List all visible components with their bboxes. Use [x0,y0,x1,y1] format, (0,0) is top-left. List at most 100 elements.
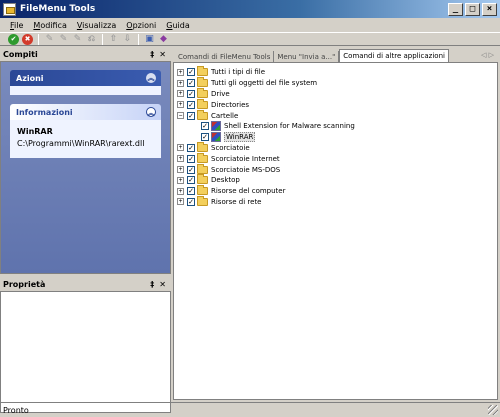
expand-icon[interactable]: + [177,79,184,87]
tree-item-label: WinRAR [224,132,256,143]
checkbox[interactable]: ✓ [187,165,195,174]
tab-filemenu-commands[interactable]: Comandi di FileMenu Tools [175,51,275,62]
app-icon [3,2,16,16]
tree-item-label: Risorse di rete [211,197,262,206]
info-group-header[interactable]: Informazioni ︽ [10,104,161,120]
checkbox[interactable]: ✓ [187,187,195,196]
tree-item-label: Tutti i tipi di file [211,68,266,77]
folder-icon [197,87,208,98]
close-button[interactable]: × [482,2,497,16]
expand-icon[interactable]: + [177,155,184,163]
expand-icon[interactable]: + [177,101,184,109]
folder-icon [197,141,208,152]
menu-modifica[interactable]: Modifica [33,21,66,30]
tab-other-apps-commands[interactable]: Comandi di altre applicazioni [339,49,449,62]
cancel-icon[interactable]: ✖ [22,33,33,45]
close-pane-icon[interactable]: ✕ [159,280,166,289]
tree-item[interactable]: + ✓ Risorse di rete [177,195,497,208]
checkbox[interactable]: ✓ [187,68,195,77]
menu-visualizza[interactable]: Visualizza [77,21,116,30]
tree-item[interactable]: + ✓ Scorciatoie Internet [177,152,497,164]
checkbox[interactable]: ✓ [187,154,195,163]
tree-item-label: Scorciatoie Internet [211,154,280,163]
info-group-title: Informazioni [16,107,73,117]
checkbox[interactable]: ✓ [187,176,195,185]
folder-icon [197,77,208,88]
toolbar: ✔ ✖ ✎ ✎ ✎ ⎌ ⇧ ⇩ ▣ ◆ [0,32,500,46]
apply-icon[interactable]: ✔ [8,33,19,45]
tree-item[interactable]: + ✓ Directories [177,98,497,110]
expand-icon[interactable]: + [177,90,184,98]
checkbox[interactable]: ✓ [187,197,195,206]
move-down-icon[interactable]: ⇩ [122,34,133,45]
tree-item-label: Scorciatoie [211,143,250,152]
collapse-icon[interactable]: ︽ [146,107,156,117]
collapse-icon[interactable]: ︽ [146,73,156,83]
maximize-button[interactable]: □ [465,2,480,16]
collapse-icon[interactable]: − [177,112,184,120]
app-icon [211,121,221,132]
window-icon[interactable]: ▣ [144,34,155,45]
menu-file[interactable]: File [10,21,23,30]
expand-icon[interactable]: + [177,68,184,76]
tasks-pane: Azioni ︽ Informazioni ︽ WinRAR C:\Progra… [0,61,171,274]
help-book-icon[interactable]: ◆ [158,34,169,45]
checkbox[interactable]: ✓ [187,89,195,98]
right-pane: Comandi di FileMenu Tools Menu "Invia a.… [173,48,498,400]
tree-item[interactable]: + ✓ Risorse del computer [177,185,497,197]
menu-opzioni[interactable]: Opzioni [126,21,156,30]
expand-icon[interactable]: + [177,166,184,174]
tasks-pane-title: Compiti [3,50,38,59]
checkbox[interactable]: ✓ [187,111,195,120]
checkbox[interactable]: ✓ [187,79,195,88]
tree-item[interactable]: ✓ Shell Extension for Malware scanning [177,121,497,132]
checkbox[interactable]: ✓ [201,133,209,142]
tree-item-label: Desktop [211,176,240,185]
tree-item[interactable]: + ✓ Desktop [177,174,497,186]
info-item-name: WinRAR [17,127,53,136]
properties-pane [0,291,171,413]
tab-strip: Comandi di FileMenu Tools Menu "Invia a.… [173,48,498,62]
tree-item[interactable]: ✓ WinRAR [177,132,497,143]
move-up-icon[interactable]: ⇧ [108,34,119,45]
tree-item-label: Drive [211,89,230,98]
toolbar-separator [102,33,103,45]
tab-send-to-menu[interactable]: Menu "Invia a..." [274,51,340,62]
menu-guida[interactable]: Guida [166,21,189,30]
minimize-button[interactable]: _ [448,2,463,16]
tree-item[interactable]: − ✓ Cartelle [177,109,497,121]
info-item-path: C:\Programmi\WinRAR\rarext.dll [17,139,145,148]
new-command-icon[interactable]: ✎ [44,34,55,45]
checkbox[interactable]: ✓ [201,122,209,131]
tree-item[interactable]: + ✓ Scorciatoie MS-DOS [177,163,497,175]
close-pane-icon[interactable]: ✕ [159,50,166,59]
actions-group-header[interactable]: Azioni ︽ [10,70,161,86]
delete-icon[interactable]: ⎌ [86,34,97,45]
properties-pane-header: Proprietà ‡ ✕ [0,278,171,291]
checkbox[interactable]: ✓ [187,100,195,109]
checkbox[interactable]: ✓ [187,143,195,152]
tree-item-label: Shell Extension for Malware scanning [224,122,355,131]
tree-item[interactable]: + ✓ Tutti i tipi di file [177,66,497,78]
pin-icon[interactable]: ‡ [150,50,154,59]
expand-icon[interactable]: + [177,187,184,195]
pin-icon[interactable]: ‡ [150,280,154,289]
resize-grip-icon[interactable] [488,405,498,415]
tree-item-label: Risorse del computer [211,187,286,196]
expand-icon[interactable]: + [177,176,184,184]
winrar-icon [211,132,221,143]
commands-tree: + ✓ Tutti i tipi di file + ✓ Tutti gli o… [173,62,498,400]
tasks-pane-header: Compiti ‡ ✕ [0,48,171,61]
tree-item[interactable]: + ✓ Drive [177,87,497,100]
tree-item[interactable]: + ✓ Tutti gli oggetti del file system [177,77,497,89]
expand-icon[interactable]: + [177,144,184,152]
expand-icon[interactable]: + [177,198,184,206]
tree-item-label: Cartelle [211,111,239,120]
new-separator-icon[interactable]: ✎ [72,34,83,45]
new-submenu-icon[interactable]: ✎ [58,34,69,45]
tree-item[interactable]: + ✓ Scorciatoie [177,141,497,154]
tab-scroll-arrows[interactable]: ◁ ▷ [481,51,494,59]
status-text: Pronto [3,405,29,415]
properties-pane-title: Proprietà [3,280,46,289]
actions-group-body [10,86,161,95]
